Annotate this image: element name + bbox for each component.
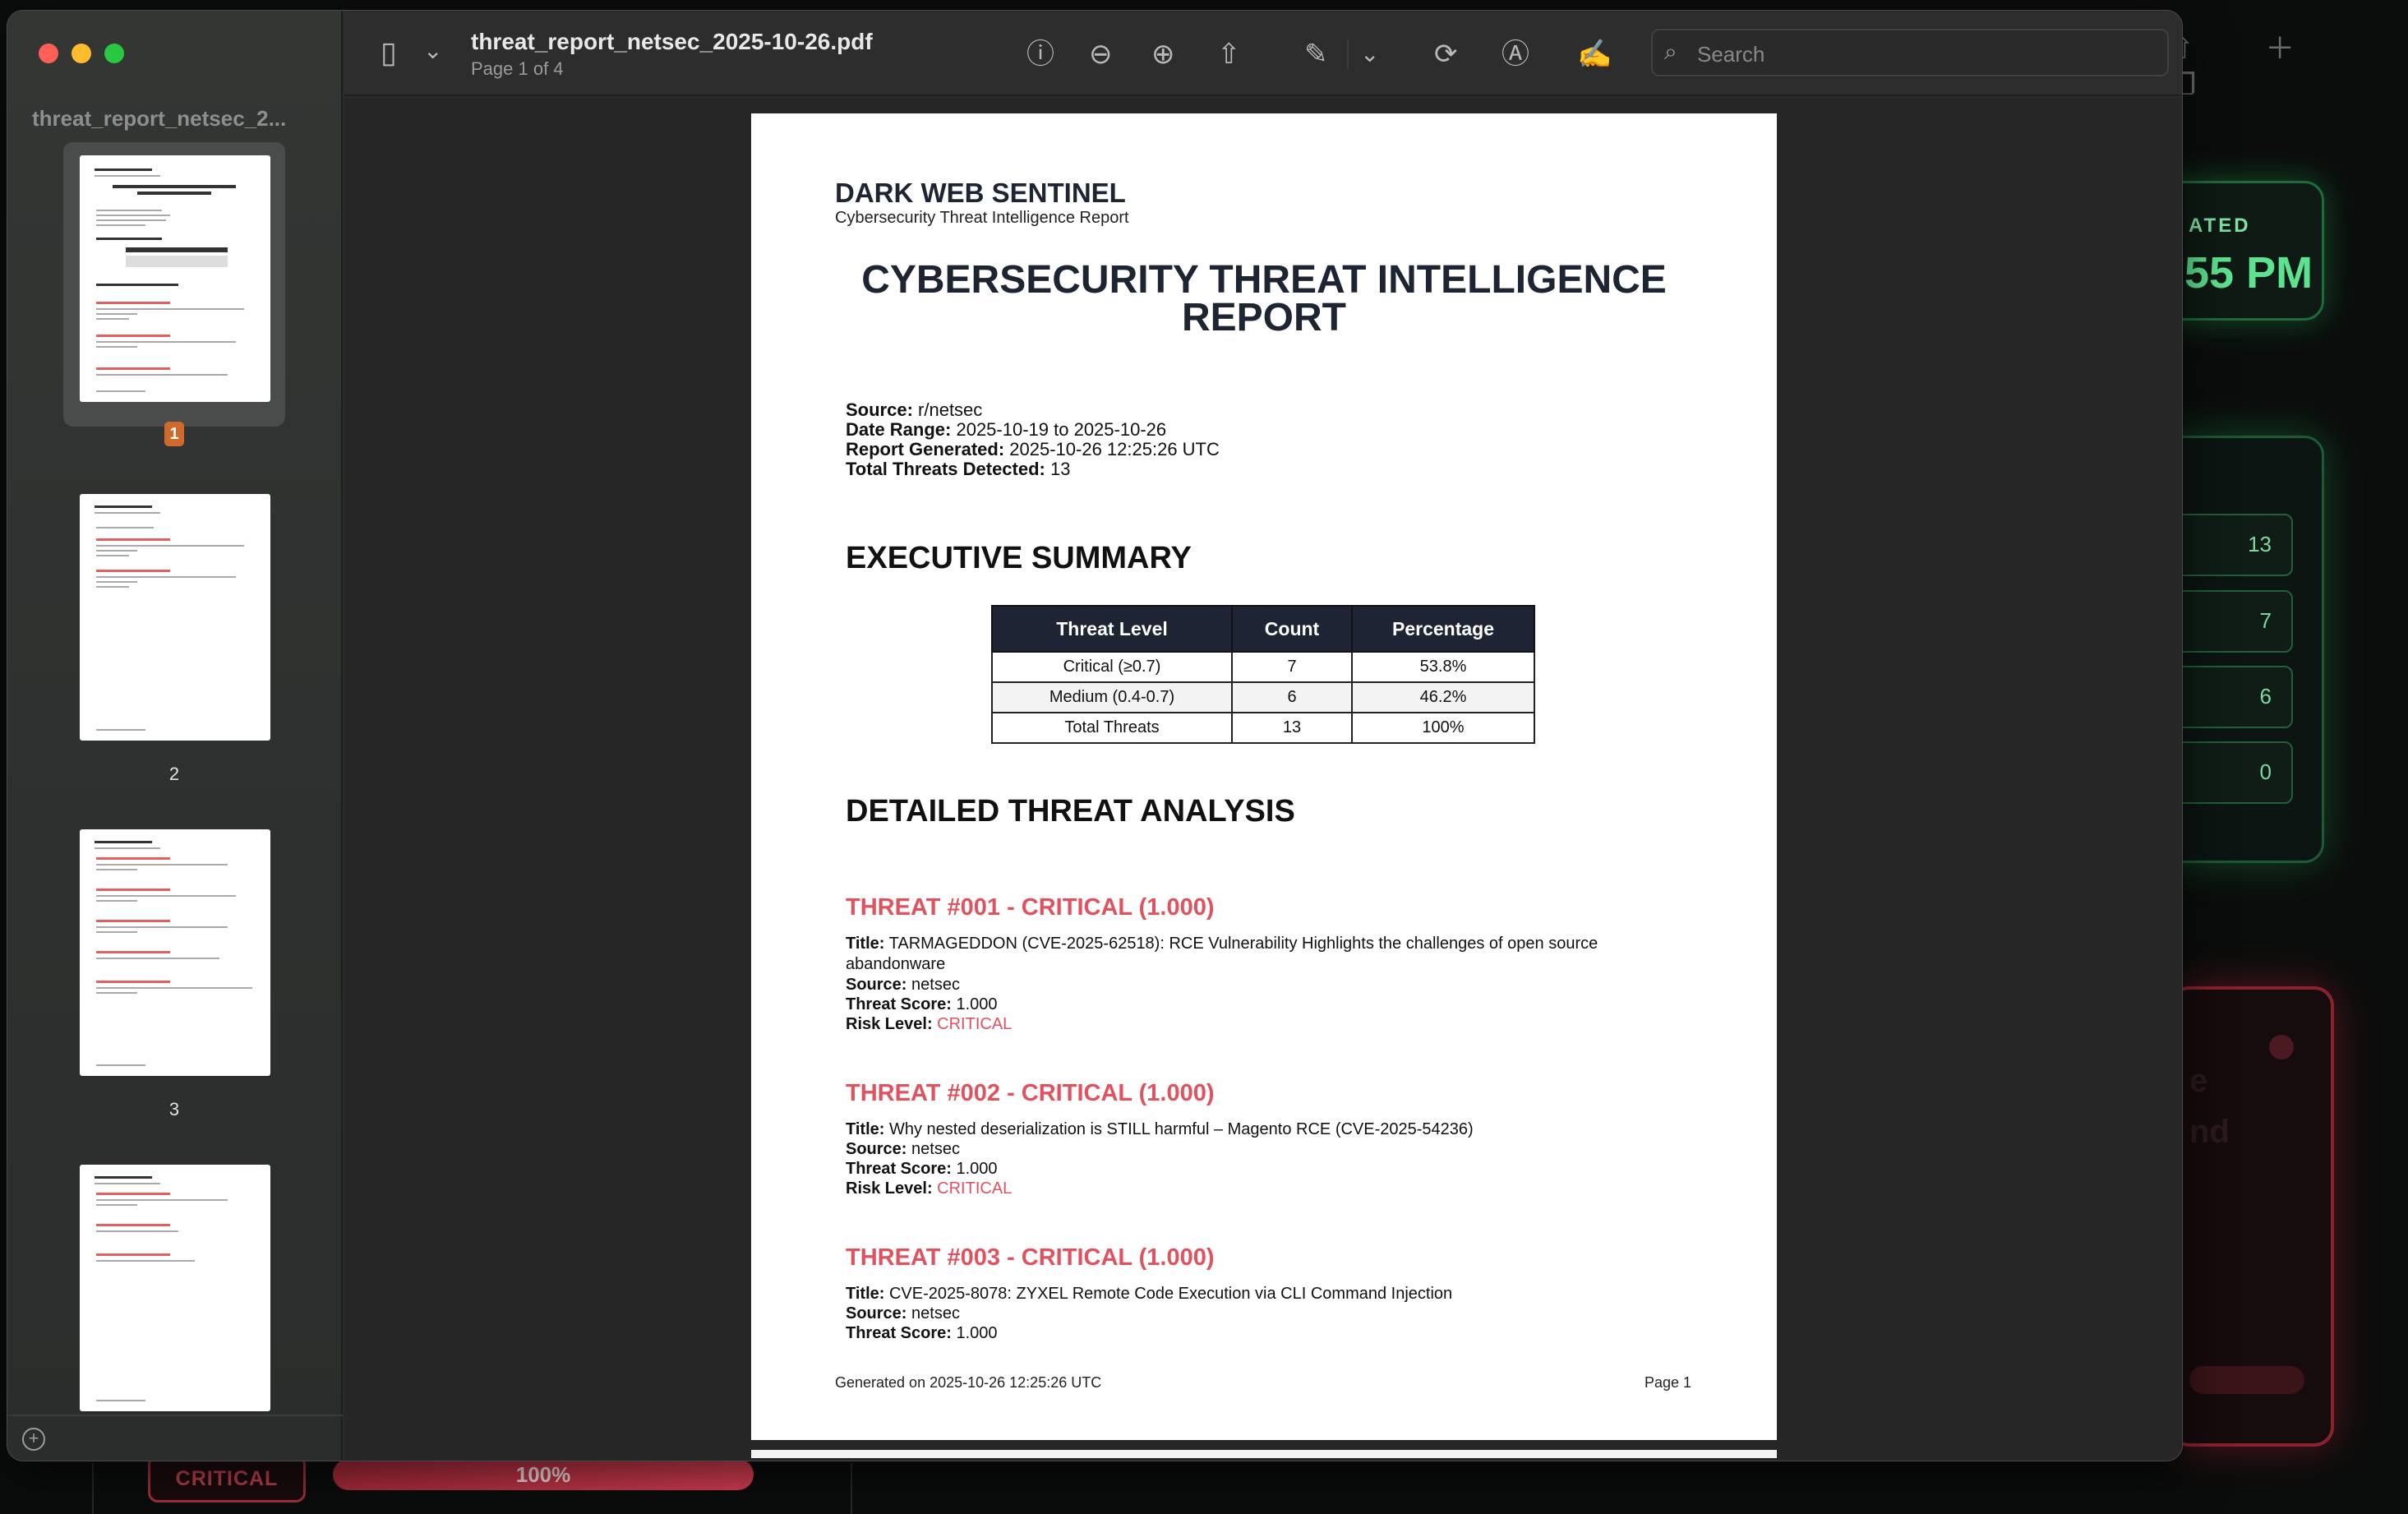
search-field[interactable]: ⌕ Search xyxy=(1651,29,2169,76)
pdf-page: DARK WEB SENTINEL Cybersecurity Threat I… xyxy=(751,113,1777,1440)
page-number-3: 3 xyxy=(168,1099,180,1119)
threat-title: Title: CVE-2025-8078: ZYXEL Remote Code … xyxy=(846,1285,1453,1303)
table-header-row: Threat Level Count Percentage xyxy=(991,605,1535,653)
table-row: Medium (0.4-0.7) 6 46.2% xyxy=(991,681,1535,713)
threat-source: Source: netsec xyxy=(846,1304,960,1322)
stat-medium: 6 xyxy=(2170,666,2293,728)
stat-low: 0 xyxy=(2170,741,2293,804)
page-thumbnail-4[interactable] xyxy=(80,1165,270,1411)
threat-risk-level: Risk Level: CRITICAL xyxy=(846,1179,1013,1198)
meta-date-range: Date Range: 2025-10-19 to 2025-10-26 xyxy=(846,419,1167,440)
minimize-button[interactable] xyxy=(72,44,91,63)
table-divider xyxy=(851,1463,852,1514)
sign-icon[interactable]: ✍ xyxy=(1577,40,1612,68)
page-thumbnail-2[interactable] xyxy=(80,494,270,741)
sidebar-toggle-icon[interactable]: ▯ xyxy=(381,38,397,67)
meta-total-threats: Total Threats Detected: 13 xyxy=(846,459,1071,479)
threat-risk-level: Risk Level: CRITICAL xyxy=(846,1015,1013,1033)
page-number-2: 2 xyxy=(168,764,180,784)
threat-score: Threat Score: 1.000 xyxy=(846,1160,998,1178)
chevron-down-icon[interactable]: ⌄ xyxy=(423,37,442,65)
threat-score: Threat Score: 1.000 xyxy=(846,995,998,1013)
document-title: threat_report_netsec_2025-10-26.pdf xyxy=(471,29,873,54)
summary-table: Threat Level Count Percentage Critical (… xyxy=(991,605,1535,744)
add-page-icon[interactable]: + xyxy=(22,1428,45,1451)
stat-critical: 7 xyxy=(2170,590,2293,653)
table-cell: 100% xyxy=(1351,712,1535,744)
last-updated-label: ATED xyxy=(2189,215,2251,237)
alert-bar xyxy=(2189,1366,2304,1394)
zoom-button[interactable] xyxy=(104,44,124,63)
threat-heading: THREAT #001 - CRITICAL (1.000) xyxy=(846,894,1215,921)
threat-title: Title: TARMAGEDDON (CVE-2025-62518): RCE… xyxy=(846,935,1598,973)
threat-source: Source: netsec xyxy=(846,976,960,994)
alert-dot xyxy=(2269,1035,2294,1059)
table-cell: Medium (0.4-0.7) xyxy=(991,681,1233,713)
toolbar: ▯ ⌄ threat_report_netsec_2025-10-26.pdf … xyxy=(344,11,2182,96)
toolbar-separator xyxy=(1347,40,1349,70)
table-divider xyxy=(92,1463,94,1514)
background-toolbar-icons: ⇧ ＋ ❐ xyxy=(2170,31,2327,101)
thumbnail-sidebar: threat_report_netsec_2... 1 2 3 + xyxy=(7,11,343,1461)
table-cell: Total Threats xyxy=(991,712,1233,744)
sidebar-document-title: threat_report_netsec_2... xyxy=(32,106,287,131)
meta-report-generated: Report Generated: 2025-10-26 12:25:26 UT… xyxy=(846,439,1220,459)
detailed-analysis-heading: DETAILED THREAT ANALYSIS xyxy=(846,794,1295,829)
alert-ghost-text: e nd xyxy=(2189,1063,2230,1150)
next-page-edge xyxy=(751,1450,1777,1458)
highlight-icon[interactable]: Ⓐ xyxy=(1502,40,1529,68)
table-cell: 6 xyxy=(1231,681,1353,713)
table-cell: 46.2% xyxy=(1351,681,1535,713)
page-indicator: Page 1 of 4 xyxy=(471,58,564,79)
share-icon[interactable]: ⇧ xyxy=(1217,40,1241,68)
page-number-1: 1 xyxy=(164,422,184,446)
search-icon: ⌕ xyxy=(1664,39,1677,64)
sidebar-footer: + xyxy=(7,1415,343,1461)
threat-heading: THREAT #002 - CRITICAL (1.000) xyxy=(846,1080,1215,1106)
threat-score: Threat Score: 1.000 xyxy=(846,1324,998,1342)
page-thumbnail-1[interactable] xyxy=(80,155,270,402)
rotate-icon[interactable]: ⟳ xyxy=(1434,40,1458,68)
table-row: Total Threats 13 100% xyxy=(991,712,1535,744)
last-updated-time: 55 PM xyxy=(2184,248,2313,298)
brand-name: DARK WEB SENTINEL xyxy=(835,178,1126,208)
table-cell: 7 xyxy=(1231,651,1353,683)
threat-heading: THREAT #003 - CRITICAL (1.000) xyxy=(846,1244,1215,1271)
zoom-out-icon[interactable]: ⊖ xyxy=(1089,40,1113,68)
score-progress-bar: 100% xyxy=(333,1459,754,1490)
search-placeholder: Search xyxy=(1697,42,1765,67)
page-footer-number: Page 1 xyxy=(1644,1374,1691,1391)
column-header: Count xyxy=(1231,605,1353,653)
stat-total: 13 xyxy=(2170,514,2293,576)
markup-chevron-icon[interactable]: ⌄ xyxy=(1360,40,1379,68)
page-thumbnail-3[interactable] xyxy=(80,829,270,1076)
table-cell: Critical (≥0.7) xyxy=(991,651,1233,683)
table-cell: 13 xyxy=(1231,712,1353,744)
markup-icon[interactable]: ✎ xyxy=(1304,40,1328,68)
table-row: Critical (≥0.7) 7 53.8% xyxy=(991,651,1535,683)
page-footer-generated: Generated on 2025-10-26 12:25:26 UTC xyxy=(835,1374,1102,1391)
meta-source: Source: r/netsec xyxy=(846,399,983,420)
executive-summary-heading: EXECUTIVE SUMMARY xyxy=(846,541,1192,575)
threat-title: Title: Why nested deserialization is STI… xyxy=(846,1120,1474,1138)
alert-card: e nd xyxy=(2170,986,2334,1447)
close-button[interactable] xyxy=(39,44,58,63)
threat-source: Source: netsec xyxy=(846,1140,960,1158)
zoom-in-icon[interactable]: ⊕ xyxy=(1151,40,1175,68)
info-icon[interactable]: ⓘ xyxy=(1026,40,1054,68)
brand-subtitle: Cybersecurity Threat Intelligence Report xyxy=(835,209,1129,227)
report-title: CYBERSECURITY THREAT INTELLIGENCE REPORT xyxy=(861,258,1667,339)
column-header: Percentage xyxy=(1351,605,1535,653)
critical-badge: CRITICAL xyxy=(148,1455,306,1502)
column-header: Threat Level xyxy=(991,605,1233,653)
table-cell: 53.8% xyxy=(1351,651,1535,683)
